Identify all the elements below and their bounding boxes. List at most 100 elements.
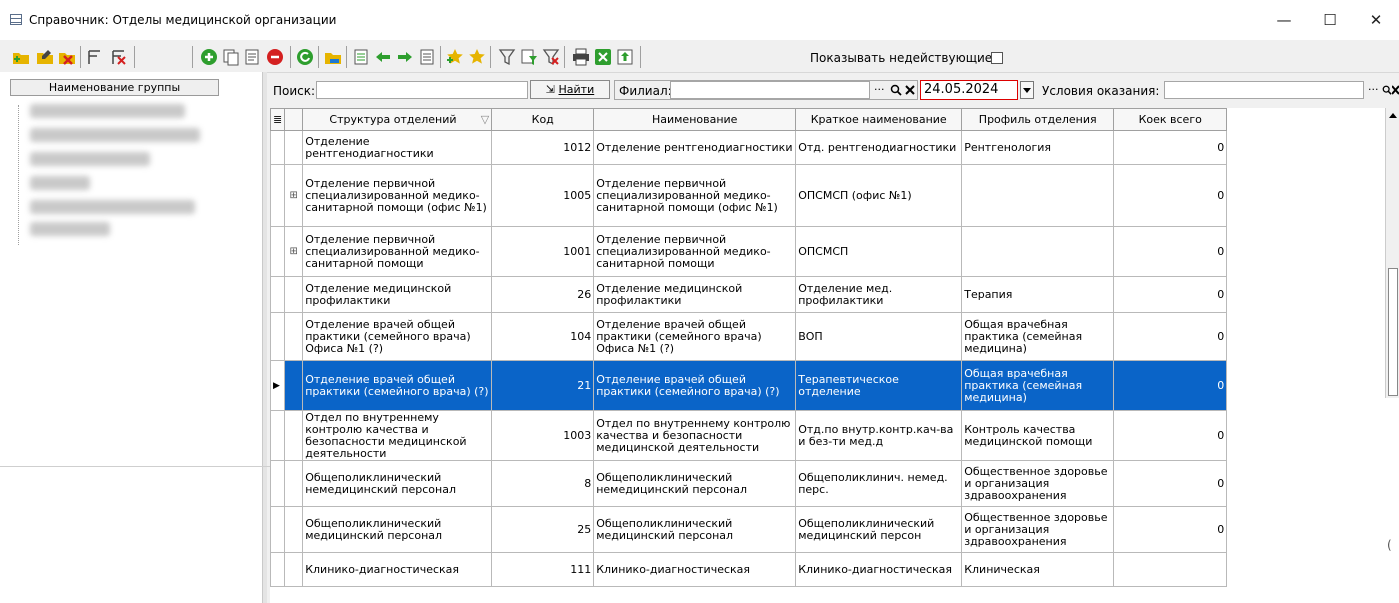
cell-code[interactable]: 1012 — [491, 130, 595, 165]
cell-short-name[interactable]: Общеполиклинич. немед. перс. — [795, 460, 963, 507]
row-indicator[interactable] — [269, 130, 286, 165]
table-row[interactable]: ▶ Отделение врачей общей практики (семейн… — [269, 360, 1228, 411]
cell-beds[interactable]: 0 — [1113, 460, 1228, 507]
funnel-icon[interactable] — [498, 48, 516, 66]
col-header-beds[interactable]: Коек всего — [1113, 108, 1228, 131]
cell-code[interactable]: 25 — [491, 506, 595, 553]
col-header-short-name[interactable]: Краткое наименование — [795, 108, 963, 131]
vertical-scrollbar[interactable] — [1385, 108, 1399, 398]
cell-name[interactable]: Отделение медицинской профилактики — [593, 276, 797, 313]
col-header-profile[interactable]: Профиль отделения — [961, 108, 1115, 131]
cell-name[interactable]: Отделение первичной специализированной м… — [593, 226, 797, 277]
search-input[interactable] — [316, 81, 528, 99]
cell-beds[interactable] — [1113, 552, 1228, 587]
table-row[interactable]: ⊞ Отделение первичной специализированной … — [269, 164, 1228, 227]
table-row[interactable]: Отдел по внутреннему контролю качества и… — [269, 410, 1228, 461]
cell-profile[interactable] — [961, 164, 1115, 227]
edit-record-icon[interactable] — [244, 48, 262, 66]
funnel-clear-icon[interactable] — [542, 48, 560, 66]
tree-cell[interactable] — [284, 506, 304, 553]
cell-profile[interactable]: Общая врачебная практика (семейная медиц… — [961, 312, 1115, 361]
tree-item-redacted[interactable] — [30, 104, 185, 118]
cell-structure[interactable]: Отделение рентгенодиагностики — [302, 130, 493, 165]
cell-name[interactable]: Отделение врачей общей практики (семейно… — [593, 360, 797, 411]
cell-structure[interactable]: Отделение первичной специализированной м… — [302, 164, 493, 227]
show-inactive-checkbox[interactable] — [991, 52, 1003, 64]
table-row[interactable]: Отделение врачей общей практики (семейно… — [269, 312, 1228, 361]
arrow-right-icon[interactable] — [396, 48, 414, 66]
export-right-icon[interactable] — [418, 48, 436, 66]
close-button[interactable]: ✕ — [1356, 8, 1396, 32]
table-row[interactable]: Отделение рентгенодиагностики 1012 Отделен… — [269, 130, 1228, 165]
excel-icon[interactable] — [594, 48, 612, 66]
pane-splitter[interactable] — [262, 72, 267, 603]
cell-structure[interactable]: Клинико-диагностическая — [302, 552, 493, 587]
scroll-thumb[interactable] — [1388, 268, 1398, 396]
cell-name[interactable]: Отделение рентгенодиагностики — [593, 130, 797, 165]
cell-beds[interactable]: 0 — [1113, 360, 1228, 411]
tree-cell[interactable] — [284, 460, 304, 507]
cell-name[interactable]: Общеполиклинический медицинский персонал — [593, 506, 797, 553]
cell-short-name[interactable]: Клинико-диагностическая — [795, 552, 963, 587]
cell-structure[interactable]: Отделение медицинской профилактики — [302, 276, 493, 313]
cell-code[interactable]: 111 — [491, 552, 595, 587]
row-indicator[interactable] — [269, 410, 286, 461]
cell-code[interactable]: 104 — [491, 312, 595, 361]
filial-input[interactable] — [670, 81, 870, 99]
cell-short-name[interactable]: Отделение мед. профилактики — [795, 276, 963, 313]
cell-short-name[interactable]: ВОП — [795, 312, 963, 361]
cell-beds[interactable]: 0 — [1113, 226, 1228, 277]
upload-icon[interactable] — [616, 48, 634, 66]
cell-code[interactable]: 26 — [491, 276, 595, 313]
tree-item-redacted[interactable] — [30, 222, 110, 236]
cell-name[interactable]: Отделение первичной специализированной м… — [593, 164, 797, 227]
conditions-clear-icon[interactable] — [1392, 84, 1399, 96]
cell-name[interactable]: Клинико-диагностическая — [593, 552, 797, 587]
cell-code[interactable]: 1005 — [491, 164, 595, 227]
find-button[interactable]: ⇲ Найти — [530, 80, 610, 99]
table-row[interactable]: Отделение медицинской профилактики 26 Отде… — [269, 276, 1228, 313]
tree-cell[interactable] — [284, 276, 304, 313]
table-row[interactable]: ⊞ Отделение первичной специализированной … — [269, 226, 1228, 277]
cell-beds[interactable]: 0 — [1113, 130, 1228, 165]
date-dropdown-button[interactable] — [1020, 81, 1034, 99]
conditions-browse-button[interactable]: ··· — [1368, 83, 1379, 96]
cell-name[interactable]: Общеполиклинический немедицинский персон… — [593, 460, 797, 507]
filial-clear-icon[interactable] — [904, 84, 916, 96]
cell-short-name[interactable]: Общеполиклинический медицинский персон — [795, 506, 963, 553]
export-left-icon[interactable] — [352, 48, 370, 66]
column-chooser-icon[interactable]: ≣ — [269, 108, 286, 131]
arrow-left-icon[interactable] — [374, 48, 392, 66]
filter-columns-icon[interactable] — [86, 48, 104, 66]
cell-name[interactable]: Отделение врачей общей практики (семейно… — [593, 312, 797, 361]
cell-name[interactable]: Отдел по внутреннему контролю качества и… — [593, 410, 797, 461]
cell-code[interactable]: 1001 — [491, 226, 595, 277]
tree-item-redacted[interactable] — [30, 176, 90, 190]
col-header-name[interactable]: Наименование — [593, 108, 797, 131]
cell-profile[interactable]: Клиническая — [961, 552, 1115, 587]
table-row[interactable]: Общеполиклинический немедицинский персон… — [269, 460, 1228, 507]
tree-cell[interactable] — [284, 552, 304, 587]
cell-beds[interactable]: 0 — [1113, 164, 1228, 227]
cell-profile[interactable] — [961, 226, 1115, 277]
cell-short-name[interactable]: Терапевтическое отделение — [795, 360, 963, 411]
cell-beds[interactable]: 0 — [1113, 312, 1228, 361]
row-indicator[interactable] — [269, 164, 286, 227]
star-icon[interactable] — [468, 48, 486, 66]
row-indicator[interactable] — [269, 506, 286, 553]
tree-item-redacted[interactable] — [30, 152, 150, 166]
cell-structure[interactable]: Отделение первичной специализированной м… — [302, 226, 493, 277]
cell-structure[interactable]: Отдел по внутреннему контролю качества и… — [302, 410, 493, 461]
conditions-search-icon[interactable] — [1382, 84, 1392, 96]
add-group-icon[interactable] — [12, 48, 30, 66]
clear-filter-icon[interactable] — [110, 48, 128, 66]
refresh-icon[interactable] — [296, 48, 314, 66]
cell-structure[interactable]: Общеполиклинический немедицинский персон… — [302, 460, 493, 507]
row-indicator[interactable] — [269, 226, 286, 277]
cell-short-name[interactable]: ОПСМСП — [795, 226, 963, 277]
delete-group-icon[interactable] — [58, 48, 76, 66]
tree-item-redacted[interactable] — [30, 128, 200, 142]
cell-profile[interactable]: Общественное здоровье и организация здра… — [961, 460, 1115, 507]
open-folder-icon[interactable] — [324, 48, 342, 66]
cell-short-name[interactable]: Отд. рентгенодиагностики — [795, 130, 963, 165]
